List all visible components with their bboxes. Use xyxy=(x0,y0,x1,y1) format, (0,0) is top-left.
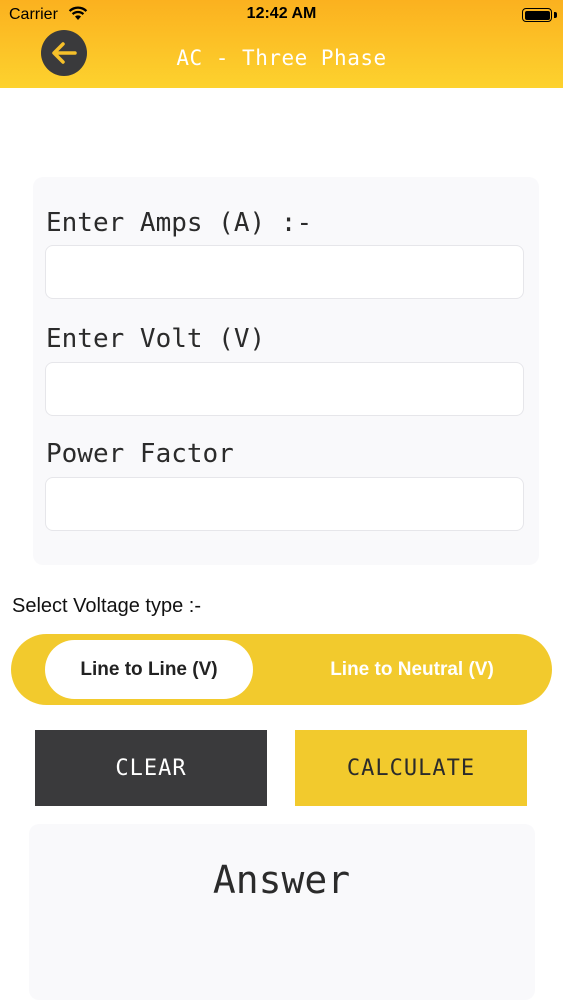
status-bar: Carrier 12:42 AM xyxy=(0,0,563,30)
amps-input[interactable] xyxy=(45,245,524,299)
voltage-type-segmented-control: Line to Line (V) Line to Neutral (V) xyxy=(11,634,552,705)
volt-input[interactable] xyxy=(45,362,524,416)
battery-nub xyxy=(554,12,557,18)
voltage-type-label: Select Voltage type :- xyxy=(12,595,202,617)
amps-label: Enter Amps (A) :- xyxy=(46,208,313,238)
page-title: AC - Three Phase xyxy=(176,46,387,70)
answer-card xyxy=(29,824,535,1000)
power-factor-input[interactable] xyxy=(45,477,524,531)
segment-line-to-neutral[interactable]: Line to Neutral (V) xyxy=(281,640,543,699)
status-time: 12:42 AM xyxy=(246,5,317,22)
segment-line-to-line[interactable]: Line to Line (V) xyxy=(45,640,253,699)
answer-text: Answer xyxy=(212,858,351,902)
battery-icon xyxy=(522,8,552,22)
calculate-button[interactable]: CALCULATE xyxy=(295,730,527,806)
power-factor-label: Power Factor xyxy=(46,439,234,469)
volt-label: Enter Volt (V) xyxy=(46,324,266,354)
clear-button[interactable]: CLEAR xyxy=(35,730,267,806)
